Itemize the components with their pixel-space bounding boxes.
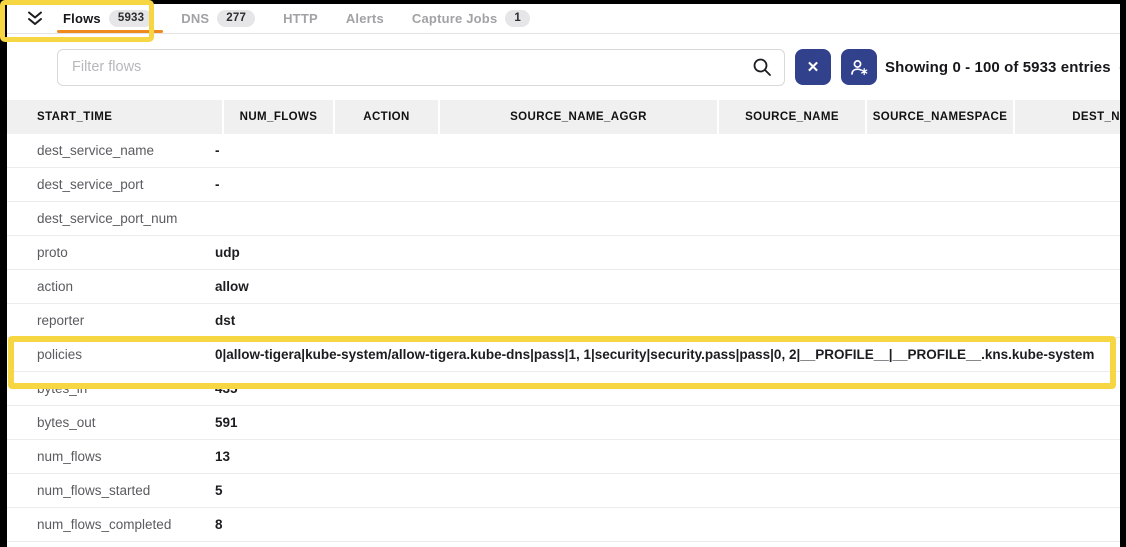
tab-flows-count-badge: 5933 bbox=[109, 10, 153, 28]
flows-panel: Flows 5933 DNS 277 HTTP Alerts Capture J… bbox=[7, 4, 1120, 547]
collapse-panel-button[interactable] bbox=[23, 8, 47, 30]
detail-row-bytes-in[interactable]: bytes_in 435 bbox=[7, 372, 1120, 406]
detail-row-policies[interactable]: policies 0|allow-tigera|kube-system/allo… bbox=[7, 338, 1120, 372]
detail-row-num-flows-started[interactable]: num_flows_started 5 bbox=[7, 474, 1120, 508]
detail-row-dest-service-name[interactable]: dest_service_name - bbox=[7, 134, 1120, 168]
detail-key: reporter bbox=[37, 313, 215, 328]
tab-http[interactable]: HTTP bbox=[271, 4, 330, 33]
detail-value: - bbox=[215, 143, 1120, 158]
detail-key: bytes_in bbox=[37, 381, 215, 396]
detail-key: num_flows_completed bbox=[37, 517, 215, 532]
detail-value: udp bbox=[215, 245, 1120, 260]
tab-alerts[interactable]: Alerts bbox=[334, 4, 396, 33]
detail-key: bytes_out bbox=[37, 415, 215, 430]
detail-value: 435 bbox=[215, 381, 1120, 396]
tab-http-label: HTTP bbox=[283, 11, 318, 26]
detail-value: allow bbox=[215, 279, 1120, 294]
table-header-row: START_TIME NUM_FLOWS ACTION SOURCE_NAME_… bbox=[7, 100, 1120, 134]
detail-row-bytes-out[interactable]: bytes_out 591 bbox=[7, 406, 1120, 440]
column-header-source-name[interactable]: SOURCE_NAME bbox=[719, 100, 865, 134]
detail-key: num_flows bbox=[37, 449, 215, 464]
tab-capture-jobs-label: Capture Jobs bbox=[412, 11, 497, 26]
detail-value: 5 bbox=[215, 483, 1120, 498]
tab-bar: Flows 5933 DNS 277 HTTP Alerts Capture J… bbox=[7, 4, 1120, 34]
tab-alerts-label: Alerts bbox=[346, 11, 384, 26]
column-header-source-namespace[interactable]: SOURCE_NAMESPACE bbox=[867, 100, 1013, 134]
double-chevron-down-icon bbox=[27, 11, 43, 26]
column-header-source-name-aggr[interactable]: SOURCE_NAME_AGGR bbox=[440, 100, 717, 134]
expanded-flow-details: dest_service_name - dest_service_port - … bbox=[7, 134, 1120, 542]
filter-input[interactable] bbox=[57, 49, 785, 86]
user-gear-icon bbox=[850, 59, 869, 76]
detail-row-dest-service-port-num[interactable]: dest_service_port_num bbox=[7, 202, 1120, 236]
detail-key: policies bbox=[37, 347, 215, 362]
tab-capture-jobs[interactable]: Capture Jobs 1 bbox=[400, 4, 542, 33]
detail-row-reporter[interactable]: reporter dst bbox=[7, 304, 1120, 338]
tab-flows-label: Flows bbox=[63, 11, 101, 26]
active-tab-underline bbox=[57, 30, 163, 34]
detail-row-num-flows[interactable]: num_flows 13 bbox=[7, 440, 1120, 474]
column-header-num-flows[interactable]: NUM_FLOWS bbox=[224, 100, 333, 134]
tab-dns-label: DNS bbox=[181, 11, 209, 26]
filter-toolbar: ✕ Showing 0 - 100 of 5933 entries ‹ bbox=[7, 34, 1120, 100]
detail-value: 13 bbox=[215, 449, 1120, 464]
detail-value: 0|allow-tigera|kube-system/allow-tigera.… bbox=[215, 347, 1120, 362]
detail-row-action[interactable]: action allow bbox=[7, 270, 1120, 304]
tab-dns[interactable]: DNS 277 bbox=[169, 4, 267, 33]
detail-key: num_flows_started bbox=[37, 483, 215, 498]
detail-value: 591 bbox=[215, 415, 1120, 430]
user-settings-button[interactable] bbox=[841, 49, 877, 85]
detail-row-dest-service-port[interactable]: dest_service_port - bbox=[7, 168, 1120, 202]
detail-value: dst bbox=[215, 313, 1120, 328]
column-header-action[interactable]: ACTION bbox=[335, 100, 438, 134]
detail-key: dest_service_port_num bbox=[37, 211, 215, 226]
tab-capture-jobs-count-badge: 1 bbox=[505, 10, 530, 28]
search-icon[interactable] bbox=[751, 57, 772, 78]
detail-key: action bbox=[37, 279, 215, 294]
tab-flows[interactable]: Flows 5933 bbox=[51, 4, 165, 33]
column-header-dest-name[interactable]: DEST_N bbox=[1015, 100, 1120, 134]
detail-value: 8 bbox=[215, 517, 1120, 532]
detail-key: proto bbox=[37, 245, 215, 260]
clear-filter-button[interactable]: ✕ bbox=[795, 49, 831, 85]
tab-dns-count-badge: 277 bbox=[217, 10, 255, 28]
showing-entries-text: Showing 0 - 100 of 5933 entries bbox=[885, 59, 1111, 76]
filter-field-wrap bbox=[57, 49, 785, 86]
detail-key: dest_service_port bbox=[37, 177, 215, 192]
detail-key: dest_service_name bbox=[37, 143, 215, 158]
column-header-start-time[interactable]: START_TIME bbox=[7, 100, 222, 134]
pagination-prev-chevron[interactable]: ‹ bbox=[1119, 56, 1120, 78]
detail-row-num-flows-completed[interactable]: num_flows_completed 8 bbox=[7, 508, 1120, 542]
detail-value: - bbox=[215, 177, 1120, 192]
detail-row-proto[interactable]: proto udp bbox=[7, 236, 1120, 270]
